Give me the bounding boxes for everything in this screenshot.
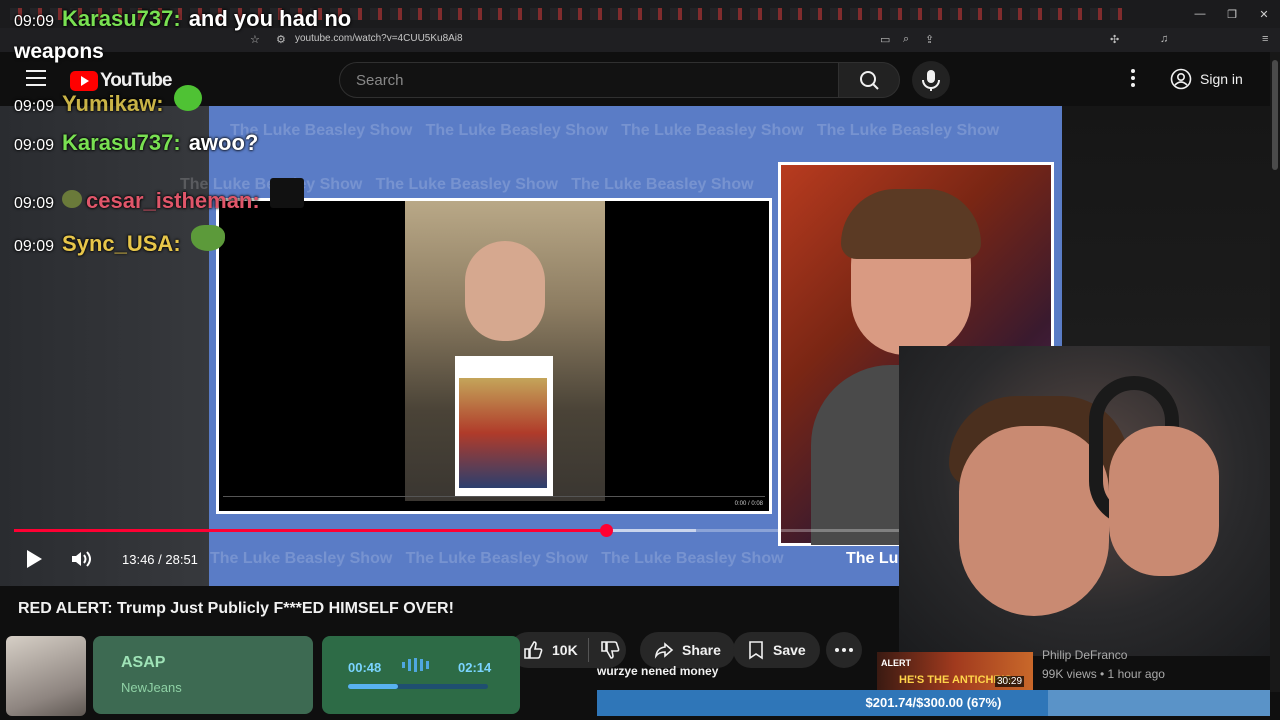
embedded-post-card	[455, 356, 553, 496]
song-artist: NewJeans	[121, 680, 182, 695]
show-name-lower-third: The Lu	[846, 550, 899, 567]
chat-message: 09:09 Karasu737: and you had no	[14, 6, 352, 31]
extensions-icon[interactable]: ✣	[1110, 33, 1119, 46]
audio-visualizer-icon	[402, 658, 429, 672]
donation-goal-text: $201.74/$300.00 (67%)	[865, 695, 1002, 710]
now-playing-card: ASAP NewJeans	[93, 636, 313, 714]
url-text[interactable]: youtube.com/watch?v=4CUU5Ku8Ai8	[295, 33, 463, 44]
song-total-time: 02:14	[458, 660, 492, 675]
settings-kebab-icon[interactable]	[1130, 69, 1136, 89]
volume-icon	[72, 551, 91, 567]
embedded-time: 0:00 / 0:08	[734, 501, 763, 507]
streamer-facecam	[899, 346, 1280, 656]
watermark-text: The Luke Beasley Show The Luke Beasley S…	[230, 122, 1000, 139]
chat-message: 09:09 Karasu737: awoo?	[14, 130, 259, 155]
chat-message: 09:09 Sync_USA:	[14, 225, 225, 257]
share-label: Share	[682, 642, 721, 658]
sidebar-background	[1062, 106, 1280, 346]
thumbnail-label: ALERT	[881, 658, 911, 668]
user-badge-icon	[62, 190, 83, 208]
like-icon[interactable]	[522, 639, 544, 661]
search-input[interactable]: Search	[356, 72, 404, 89]
like-dislike-group: 10K	[510, 632, 626, 668]
embedded-person-image	[405, 201, 605, 501]
minimize-button[interactable]: —	[1184, 0, 1216, 28]
site-info-icon[interactable]: ⚙	[276, 33, 286, 46]
time-display: 13:46 / 28:51	[122, 552, 198, 567]
like-count[interactable]: 10K	[552, 642, 578, 658]
microphone-icon	[922, 70, 940, 91]
chat-message: 09:09 cesar_istheman:	[14, 178, 304, 214]
play-button[interactable]	[24, 549, 44, 569]
share-icon	[654, 642, 674, 659]
song-current-time: 00:48	[348, 660, 382, 675]
progress-bar[interactable]	[14, 524, 1048, 537]
search-button[interactable]	[838, 62, 900, 98]
progress-scrubber[interactable]	[600, 524, 614, 537]
ticker-text: wurzye nened money	[597, 664, 719, 678]
account-icon	[1170, 68, 1192, 90]
progress-played	[14, 529, 607, 532]
chat-message-continuation: weapons	[14, 40, 104, 63]
donation-goal-bar: $201.74/$300.00 (67%)	[597, 690, 1270, 716]
window-controls: — ❐ ✕	[1184, 0, 1280, 28]
close-window-button[interactable]: ✕	[1248, 0, 1280, 28]
song-progress-card: 00:48 02:14	[322, 636, 520, 714]
bookmark-icon[interactable]: ☆	[250, 33, 260, 46]
voice-search-button[interactable]	[912, 61, 950, 99]
hamburger-menu-icon[interactable]	[26, 70, 46, 86]
share-button[interactable]: Share	[640, 632, 735, 668]
embedded-video: 0:00 / 0:08	[216, 198, 772, 514]
cast-icon[interactable]: ▭	[880, 33, 890, 46]
save-label: Save	[773, 642, 806, 658]
sign-in-label: Sign in	[1200, 71, 1243, 87]
recommended-duration: 30:29	[995, 676, 1025, 687]
volume-button[interactable]	[70, 549, 94, 569]
cat-emote-icon	[269, 178, 304, 208]
album-art	[6, 636, 86, 716]
zoom-icon[interactable]: ⌕	[903, 33, 909, 46]
embedded-progress-bar	[223, 496, 765, 497]
search-icon	[860, 71, 879, 90]
dislike-icon[interactable]	[599, 639, 621, 661]
video-title: RED ALERT: Trump Just Publicly F***ED HI…	[18, 600, 454, 617]
media-icon[interactable]: ♫	[1160, 33, 1168, 45]
more-actions-button[interactable]	[826, 632, 862, 668]
page-scrollbar[interactable]	[1270, 52, 1280, 692]
song-title: ASAP	[121, 654, 166, 671]
save-button[interactable]: Save	[733, 632, 820, 668]
watermark-text: The Luke Beasley Show The Luke Beasley S…	[210, 550, 784, 567]
chat-message: 09:09 Yumikaw:	[14, 85, 202, 117]
maximize-button[interactable]: ❐	[1216, 0, 1248, 28]
sign-in-button[interactable]: Sign in	[1162, 63, 1252, 95]
share-page-icon[interactable]: ⇪	[925, 33, 934, 46]
pepe-emote-icon	[190, 225, 225, 251]
browser-menu-icon[interactable]: ≡	[1262, 33, 1268, 45]
recommended-channel[interactable]: Philip DeFranco	[1042, 648, 1127, 662]
song-progress-bar	[348, 684, 488, 689]
pepe-emote-icon	[173, 85, 202, 111]
bookmark-save-icon	[749, 641, 763, 660]
recommended-meta: 99K views • 1 hour ago	[1042, 667, 1165, 681]
search-box[interactable]: Search	[339, 62, 839, 98]
